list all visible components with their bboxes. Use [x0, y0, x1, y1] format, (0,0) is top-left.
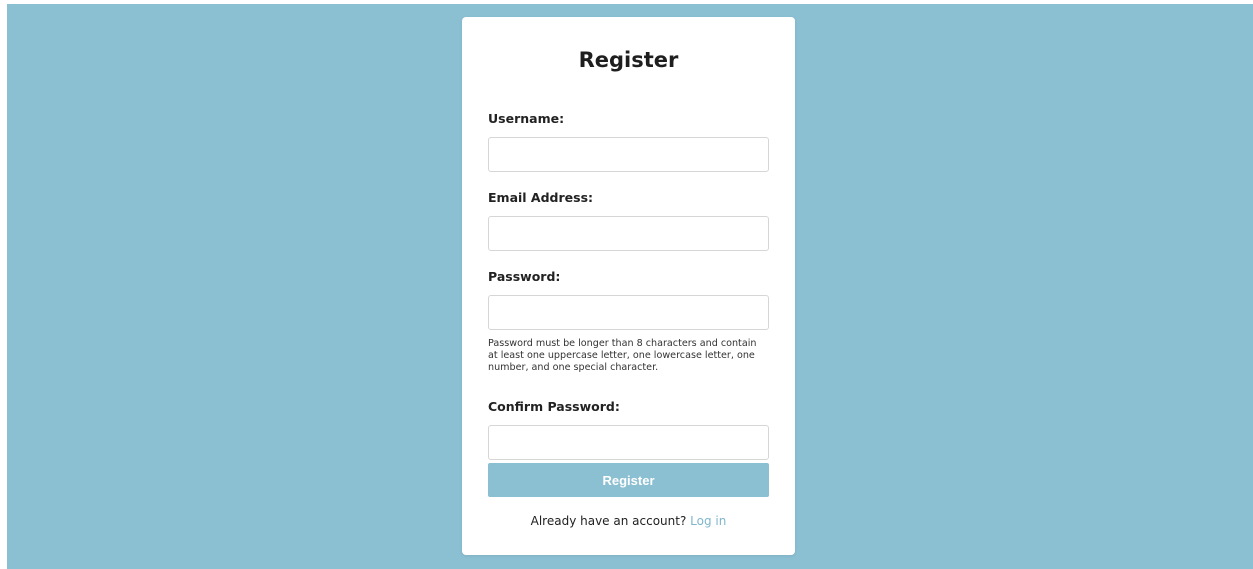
login-link[interactable]: Log in: [690, 514, 726, 528]
confirm-password-input[interactable]: [488, 425, 769, 460]
password-input[interactable]: [488, 295, 769, 330]
confirm-password-label: Confirm Password:: [488, 399, 620, 414]
password-group: Password: Password must be longer than 8…: [488, 269, 769, 374]
username-input[interactable]: [488, 137, 769, 172]
login-prompt-text: Already have an account?: [530, 514, 687, 528]
password-requirements-hint: Password must be longer than 8 character…: [488, 338, 757, 373]
confirm-password-group: Confirm Password:: [488, 399, 769, 460]
register-card: Register Username: Email Address: Passwo…: [462, 17, 795, 555]
page-title: Register: [578, 48, 679, 72]
username-label: Username:: [488, 111, 565, 126]
email-input[interactable]: [488, 216, 769, 251]
username-group: Username:: [488, 111, 769, 172]
page-background: Register Username: Email Address: Passwo…: [7, 4, 1253, 569]
login-prompt: Already have an account? Log in: [462, 513, 795, 529]
email-label: Email Address:: [488, 190, 594, 205]
password-label: Password:: [488, 269, 561, 284]
email-group: Email Address:: [488, 190, 769, 251]
register-button[interactable]: Register: [488, 463, 769, 497]
